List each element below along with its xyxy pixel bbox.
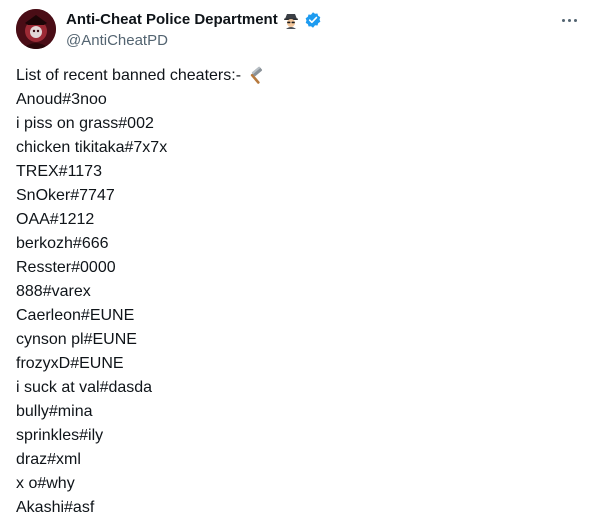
list-item: i suck at val#dasda (16, 379, 153, 396)
list-item: draz#xml (16, 451, 81, 468)
list-item: chicken tikitaka#7x7x (16, 139, 168, 156)
list-item: SnOker#7747 (16, 187, 115, 204)
list-item: OAA#1212 (16, 211, 95, 228)
name-row: Anti-Cheat Police Department (66, 9, 580, 30)
tweet-text: List of recent banned cheaters:- Anoud#3… (16, 64, 580, 520)
list-item: Akashi#asf (16, 499, 95, 516)
list-item: cynson pl#EUNE (16, 331, 137, 348)
list-item: i piss on grass#002 (16, 115, 154, 132)
verified-badge-icon[interactable] (304, 11, 322, 29)
list-item: Anoud#3noo (16, 91, 107, 108)
intro-line: List of recent banned cheaters:- (16, 64, 580, 88)
handle[interactable]: @AntiCheatPD (66, 31, 580, 51)
avatar[interactable] (16, 9, 56, 49)
list-item: sprinkles#ily (16, 427, 104, 444)
list-item: Resster#0000 (16, 259, 116, 276)
tweet-card: Anti-Cheat Police Department @AntiCheatP… (0, 0, 596, 530)
tweet-header: Anti-Cheat Police Department @AntiCheatP… (66, 9, 580, 51)
hammer-icon (245, 66, 265, 86)
cheater-list: Anoud#3noo i piss on grass#002 chicken tik… (16, 88, 580, 520)
intro-text: List of recent banned cheaters:- (16, 67, 242, 84)
display-name[interactable]: Anti-Cheat Police Department (66, 10, 278, 30)
list-item: frozyxD#EUNE (16, 355, 124, 372)
list-item: Caerleon#EUNE (16, 307, 135, 324)
list-item: TREX#1173 (16, 163, 102, 180)
list-item: berkozh#666 (16, 235, 109, 252)
list-item: 888#varex (16, 283, 91, 300)
list-item: bully#mina (16, 403, 93, 420)
list-item: x o#why (16, 475, 75, 492)
more-options-icon[interactable] (558, 10, 580, 30)
detective-icon (282, 11, 300, 29)
